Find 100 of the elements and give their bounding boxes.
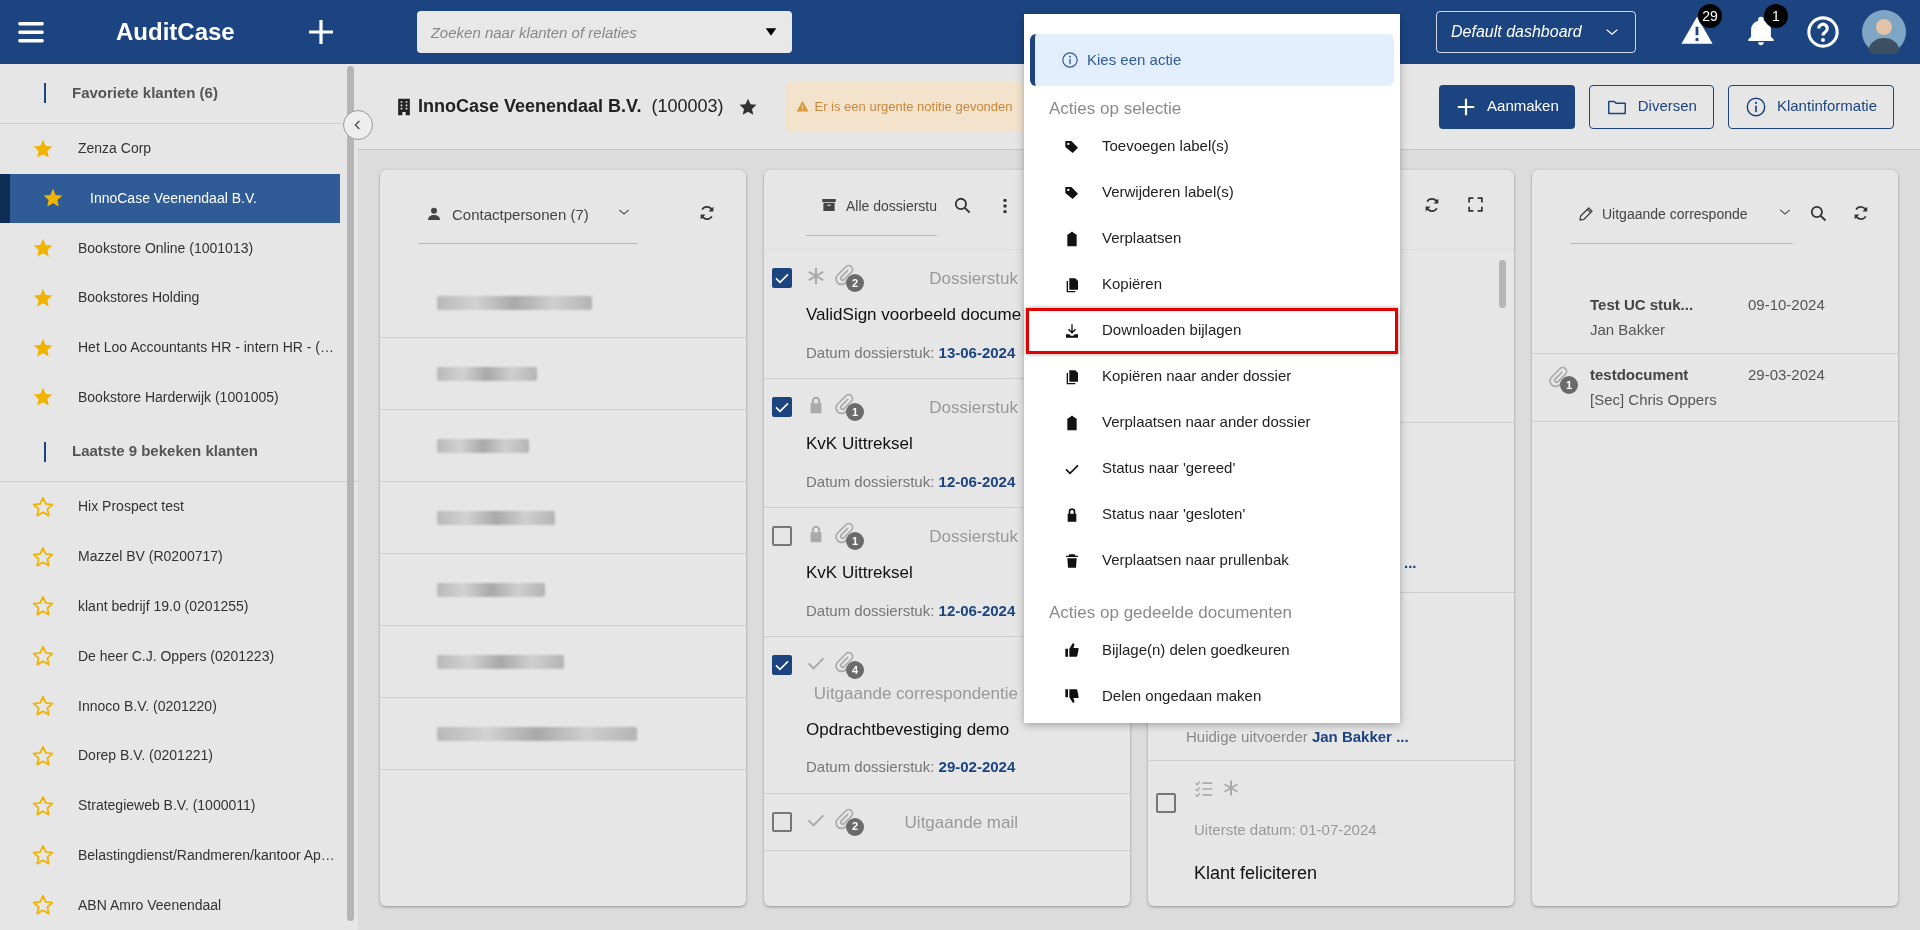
star-icon[interactable] — [32, 595, 54, 618]
menu-item[interactable]: Verwijderen label(s) — [1026, 169, 1398, 216]
menu-item[interactable]: Bijlage(n) delen goedkeuren — [1026, 627, 1398, 673]
document-title[interactable]: KvK Uittreksel — [806, 431, 913, 457]
app-title: AuditCase — [116, 17, 235, 47]
document-title[interactable]: Opdrachtbevestiging demo — [806, 716, 1010, 742]
document-date: Datum dossierstuk: 12-06-2024 — [806, 600, 1016, 621]
checkbox[interactable] — [772, 811, 792, 832]
star-icon[interactable] — [32, 894, 54, 917]
refresh-icon[interactable] — [1852, 204, 1870, 222]
correspondence-date: 29-03-2024 — [1748, 365, 1825, 385]
star-icon[interactable] — [32, 645, 54, 668]
fullscreen-icon[interactable] — [1467, 196, 1484, 213]
thumbs-down-icon — [1064, 688, 1080, 704]
archive-icon — [820, 196, 838, 214]
client-list-item[interactable]: klant bedrijf 19.0 (0201255) — [0, 581, 340, 632]
info-icon — [1061, 51, 1079, 69]
client-list-item[interactable]: Bookstores Holding — [0, 273, 340, 323]
menu-item[interactable]: Status naar 'gesloten' — [1026, 491, 1398, 538]
correspondence-date: 09-10-2024 — [1748, 295, 1825, 315]
paperclip-icon — [1548, 366, 1570, 388]
star-icon[interactable] — [32, 545, 54, 568]
thumbs-up-icon — [1064, 642, 1080, 658]
client-number: (100003) — [651, 95, 724, 118]
attachment-count: 1 — [846, 403, 864, 421]
star-icon[interactable] — [32, 695, 54, 717]
star-icon[interactable] — [32, 844, 54, 867]
client-list-item[interactable]: InnoCase Veenendaal B.V. — [0, 173, 340, 224]
document-title[interactable]: ValidSign voorbeeld docume — [806, 302, 1022, 328]
client-list-item[interactable]: Mazzel BV (R0200717) — [0, 531, 340, 582]
attachment-count: 2 — [846, 274, 864, 292]
filter-select[interactable]: Contactpersonen (7) — [418, 204, 638, 244]
document-type: Uitgaande mail — [904, 811, 1018, 834]
client-list-item[interactable]: Strategieweb B.V. (1000011) — [0, 780, 340, 831]
client-list-item[interactable]: De heer C.J. Oppers (0201223) — [0, 631, 340, 682]
client-list-item[interactable]: Het Loo Accountants HR - intern HR - (… — [0, 322, 340, 373]
avatar[interactable] — [1862, 10, 1906, 54]
menu-item[interactable]: Kopiëren naar ander dossier — [1026, 353, 1398, 400]
asterisk-icon — [1222, 779, 1240, 797]
search-field[interactable]: Zoeken naar klanten of relaties — [416, 11, 792, 53]
pencil-icon — [1578, 206, 1594, 222]
action-button[interactable]: Aanmaken — [1439, 84, 1575, 129]
client-list-item[interactable]: Dorep B.V. (0201221) — [0, 730, 340, 781]
person-icon — [426, 206, 442, 222]
menu-header-text: Kies een actie — [1087, 49, 1182, 70]
checklist-icon — [1194, 779, 1214, 799]
client-name: InnoCase Veenendaal B.V. — [418, 95, 642, 118]
star-icon[interactable] — [32, 495, 54, 518]
search-icon[interactable] — [953, 196, 972, 215]
document-title[interactable]: KvK Uittreksel — [806, 560, 913, 586]
trash-icon — [1064, 552, 1080, 569]
menu-item[interactable]: Delen ongedaan maken — [1026, 673, 1398, 719]
checkbox[interactable] — [772, 397, 792, 417]
paperclip-icon — [834, 393, 856, 415]
menu-item[interactable]: Verplaatsen — [1026, 215, 1398, 262]
client-list-item[interactable]: ABN Amro Veenendaal — [0, 880, 340, 930]
tag-icon — [1064, 138, 1080, 155]
info-icon — [1744, 95, 1767, 118]
copy-icon — [1064, 276, 1080, 293]
correspondence-person: [Sec] Chris Oppers — [1590, 389, 1718, 410]
client-list-item[interactable]: Bookstore Harderwijk (1001005) — [0, 372, 340, 423]
menu-item[interactable]: Verplaatsen naar ander dossier — [1026, 399, 1398, 446]
download-icon — [1064, 322, 1080, 339]
menu-item[interactable]: Toevoegen label(s) — [1026, 123, 1398, 170]
star-icon[interactable] — [32, 744, 54, 767]
checkbox[interactable] — [772, 268, 792, 288]
checkbox[interactable] — [1156, 793, 1176, 813]
action-button[interactable]: Klantinformatie — [1727, 84, 1894, 129]
client-list-item[interactable]: Belastingdienst/Randmeren/kantoor Ap… — [0, 830, 340, 881]
refresh-icon[interactable] — [698, 204, 716, 222]
menu-group-heading: Acties op gedeelde documenten — [1048, 601, 1293, 624]
menu-item[interactable]: Verplaatsen naar prullenbak — [1026, 537, 1398, 584]
refresh-icon[interactable] — [1423, 196, 1441, 214]
menu-item[interactable]: Kopiëren — [1026, 261, 1398, 308]
correspondence-title[interactable]: Test UC stuk... — [1590, 294, 1748, 317]
document-type: Dossierstuk — [929, 526, 1018, 548]
action-button[interactable]: Diversen — [1588, 84, 1714, 129]
scrollbar[interactable] — [347, 66, 354, 921]
filter-select[interactable]: Alle dossierstu — [806, 196, 937, 236]
client-list-item[interactable]: Hix Prospect test — [0, 482, 340, 532]
client-list-item[interactable]: Innoco B.V. (0201220) — [0, 681, 340, 731]
client-list-item[interactable]: Zenza Corp — [0, 123, 340, 174]
checkbox[interactable] — [772, 655, 792, 675]
menu-item[interactable]: Downloaden bijlagen — [1026, 307, 1398, 354]
paperclip-icon — [834, 807, 856, 830]
scrollbar[interactable] — [1499, 260, 1506, 308]
tag-icon — [1064, 184, 1080, 201]
menu-item[interactable]: Status naar 'gereed' — [1026, 445, 1398, 492]
star-icon[interactable] — [32, 794, 54, 817]
search-icon[interactable] — [1809, 204, 1829, 223]
attachment-count: 1 — [1560, 376, 1578, 394]
checkbox[interactable] — [772, 526, 792, 546]
filter-select[interactable]: Uitgaande corresponde — [1570, 204, 1794, 244]
client-list-item[interactable]: Bookstore Online (1001013) — [0, 223, 340, 274]
task-title[interactable]: Klant feliciteren — [1194, 859, 1377, 887]
document-date: Datum dossierstuk: 12-06-2024 — [806, 471, 1016, 492]
dashboard-select[interactable]: Default dashboard — [1436, 11, 1636, 53]
help-icon[interactable] — [1806, 15, 1840, 49]
warning-icon — [795, 100, 809, 113]
correspondence-title[interactable]: testdocument — [1590, 364, 1748, 387]
